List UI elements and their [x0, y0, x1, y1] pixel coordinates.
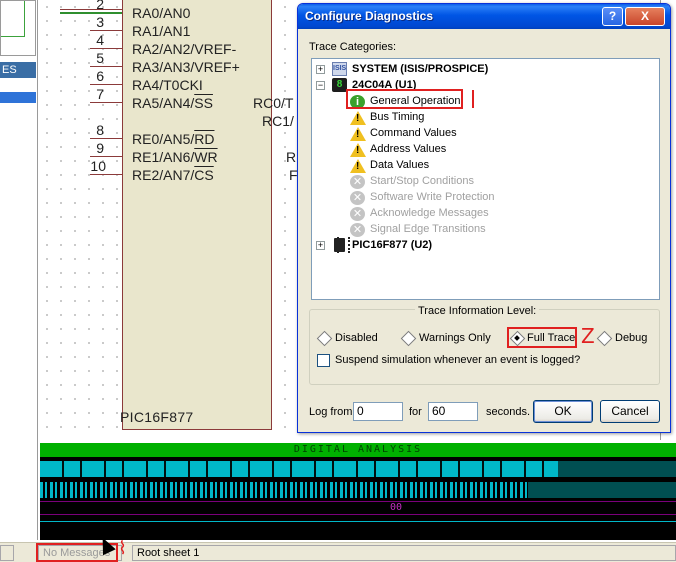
tree-node-system[interactable]: SYSTEM (ISIS/PROSPICE)	[352, 62, 488, 77]
expand-icon[interactable]: +	[316, 65, 325, 74]
pin-wire	[90, 102, 122, 103]
pin-label: RE2/AN7/CS	[132, 167, 214, 183]
pin-label: RA2/AN2/VREF-	[132, 41, 237, 57]
pin-label: RA3/AN3/VREF+	[132, 59, 240, 75]
status-cell	[0, 545, 14, 561]
radio-disabled-label[interactable]: Disabled	[335, 332, 378, 344]
annotation-box	[346, 89, 463, 109]
tree-item-signal-edge-transitions[interactable]: Signal Edge Transitions	[370, 222, 486, 237]
warning-icon: !	[350, 143, 366, 157]
configure-diagnostics-dialog: Configure Diagnostics ? X Trace Categori…	[297, 3, 671, 433]
device-list-header: ES	[0, 62, 36, 78]
pin-number: 5	[96, 50, 104, 66]
pin-label-right: RC1/	[262, 113, 294, 129]
disabled-icon: ✕	[350, 223, 365, 237]
suspend-label[interactable]: Suspend simulation whenever an event is …	[335, 354, 580, 366]
expand-icon[interactable]: +	[316, 241, 325, 250]
pin-label: RA5/AN4/SS	[132, 95, 213, 111]
bus-value: 00	[390, 502, 403, 513]
pin-number: 4	[96, 32, 104, 48]
radio-disabled[interactable]	[318, 332, 331, 345]
annotation-mark: ⌇	[118, 538, 127, 559]
pin-wire	[90, 30, 122, 31]
tree-item-data-values[interactable]: Data Values	[370, 158, 429, 173]
tree-item-address-values[interactable]: Address Values	[370, 142, 446, 157]
dialog-titlebar[interactable]: Configure Diagnostics ? X	[298, 4, 670, 29]
disabled-icon: ✕	[350, 191, 365, 205]
trace-categories-label: Trace Categories:	[309, 41, 397, 53]
pin-wire	[90, 66, 122, 67]
pin-label: RE0/AN5/RD	[132, 131, 215, 147]
pin-label: RA4/T0CKI	[132, 77, 203, 93]
pin-label: RA0/AN0	[132, 5, 191, 21]
tree-item-software-write-protection[interactable]: Software Write Protection	[370, 190, 495, 205]
trace-row-2	[40, 482, 676, 498]
pin-wire	[90, 84, 122, 85]
suspend-checkbox[interactable]	[317, 354, 330, 367]
close-button[interactable]: X	[625, 7, 665, 26]
tree-item-command-values[interactable]: Command Values	[370, 126, 457, 141]
radio-warnings-only[interactable]	[402, 332, 415, 345]
warning-icon: !	[350, 111, 366, 125]
overview-window[interactable]	[0, 0, 36, 56]
trace-level-group	[309, 309, 660, 385]
ic-chip-icon	[334, 237, 350, 253]
radio-debug[interactable]	[598, 332, 611, 345]
isis-icon: ISIS	[332, 62, 347, 76]
pin-wire	[90, 174, 122, 175]
collapse-icon[interactable]: −	[316, 81, 325, 90]
radio-debug-label[interactable]: Debug	[615, 332, 647, 344]
tree-node-pic16f877[interactable]: PIC16F877 (U2)	[352, 238, 432, 253]
analysis-title: DIGITAL ANALYSIS	[40, 443, 676, 457]
sheet-status: Root sheet 1	[132, 545, 676, 561]
cancel-button[interactable]: Cancel	[600, 400, 660, 423]
pin-number: 3	[96, 14, 104, 30]
bus-trace: 00	[40, 501, 676, 515]
warning-icon: !	[350, 159, 366, 173]
seconds-label: seconds.	[486, 406, 531, 418]
disabled-icon: ✕	[350, 207, 365, 221]
radio-warnings-only-label[interactable]: Warnings Only	[419, 332, 491, 344]
pin-wire	[90, 138, 122, 139]
trace-row-4	[40, 521, 676, 535]
pin-number: 10	[90, 158, 106, 174]
digital-analysis-graph[interactable]: DIGITAL ANALYSIS 00	[40, 443, 676, 540]
device-list-selected-item[interactable]	[0, 92, 36, 103]
annotation-mark	[472, 90, 474, 108]
log-from-input[interactable]: 0	[353, 402, 403, 421]
chip-icon: 8	[332, 78, 347, 92]
pin-wire	[90, 48, 122, 49]
annotation-mark: Z	[581, 324, 595, 348]
disabled-icon: ✕	[350, 175, 365, 189]
annotation-box	[507, 327, 577, 348]
pin-label-right: R	[286, 149, 297, 165]
tree-item-bus-timing[interactable]: Bus Timing	[370, 110, 424, 125]
pin-number: 2	[96, 0, 104, 12]
for-input[interactable]: 60	[428, 402, 478, 421]
pin-label: RA1/AN1	[132, 23, 191, 39]
tree-item-acknowledge-messages[interactable]: Acknowledge Messages	[370, 206, 489, 221]
tree-item-start-stop[interactable]: Start/Stop Conditions	[370, 174, 474, 189]
warning-icon: !	[350, 127, 366, 141]
ok-button[interactable]: OK	[533, 400, 593, 423]
trace-level-label: Trace Information Level:	[415, 305, 540, 317]
pin-label-right: RC0/T	[253, 95, 294, 111]
trace-row-1	[40, 461, 676, 477]
for-label: for	[409, 406, 422, 418]
pin-label: RE1/AN6/WR	[132, 149, 218, 165]
help-button[interactable]: ?	[602, 7, 623, 26]
chip-label: PIC16F877	[120, 409, 194, 425]
log-from-label: Log from	[309, 406, 353, 418]
pin-number: 7	[96, 86, 104, 102]
pin-number: 9	[96, 140, 104, 156]
pin-number: 6	[96, 68, 104, 84]
left-panel[interactable]: ES	[0, 0, 38, 540]
pin-number: 8	[96, 122, 104, 138]
dialog-title: Configure Diagnostics	[305, 9, 434, 23]
pin-wire	[90, 156, 122, 157]
